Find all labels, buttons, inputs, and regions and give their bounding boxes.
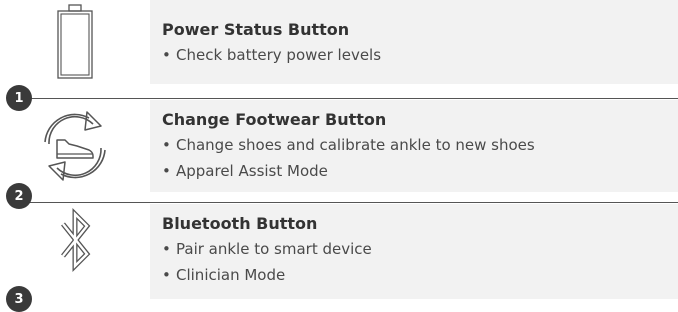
row-power-status: Power Status Button • Check battery power… (0, 0, 678, 84)
bullet-text: Change shoes and calibrate ankle to new … (176, 136, 535, 154)
bullet-marker: • (162, 46, 171, 64)
divider-2 (26, 202, 678, 203)
divider-1 (26, 98, 678, 99)
bluetooth-bullet-1: • Pair ankle to smart device (162, 240, 372, 258)
number-badge-3: 3 (6, 286, 32, 312)
bullet-marker: • (162, 240, 171, 258)
bullet-marker: • (162, 162, 171, 180)
bluetooth-icon (61, 207, 91, 273)
battery-icon-cell (0, 0, 150, 84)
power-status-bullet: • Check battery power levels (162, 46, 381, 64)
bullet-text: Check battery power levels (176, 46, 382, 64)
change-footwear-panel: Change Footwear Button • Change shoes and… (150, 100, 678, 192)
power-status-panel: Power Status Button • Check battery power… (150, 0, 678, 84)
change-footwear-bullet-1: • Change shoes and calibrate ankle to new… (162, 136, 535, 154)
row-change-footwear: Change Footwear Button • Change shoes and… (0, 100, 678, 192)
row-bluetooth: Bluetooth Button • Pair ankle to smart de… (0, 204, 678, 299)
bluetooth-panel: Bluetooth Button • Pair ankle to smart de… (150, 204, 678, 299)
power-status-title: Power Status Button (162, 20, 350, 39)
bullet-marker: • (162, 266, 171, 284)
bluetooth-bullet-2: • Clinician Mode (162, 266, 285, 284)
bullet-marker: • (162, 136, 171, 154)
bullet-text: Apparel Assist Mode (176, 162, 328, 180)
bluetooth-icon-cell (0, 204, 150, 276)
bullet-text: Pair ankle to smart device (176, 240, 372, 258)
shoe-cycle-icon-cell (0, 100, 150, 192)
change-footwear-title: Change Footwear Button (162, 110, 387, 129)
bullet-text: Clinician Mode (176, 266, 286, 284)
battery-icon (57, 4, 93, 79)
change-footwear-bullet-2: • Apparel Assist Mode (162, 162, 328, 180)
bluetooth-title: Bluetooth Button (162, 214, 318, 233)
shoe-cycle-icon (44, 111, 106, 181)
